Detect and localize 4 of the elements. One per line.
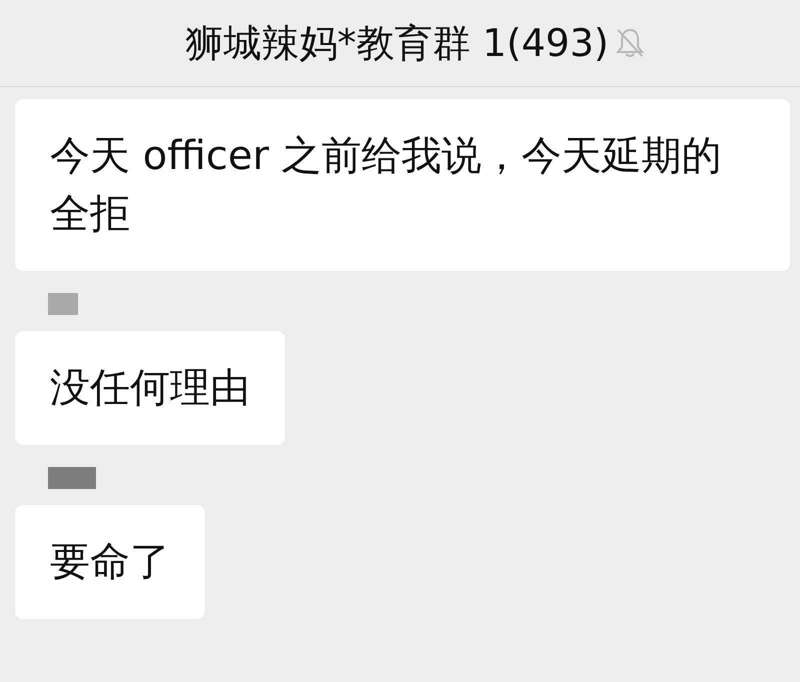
message-bubble: 没任何理由 [15, 331, 285, 445]
message-bubble: 今天 officer 之前给我说，今天延期的全拒 [15, 99, 790, 271]
message-bubble: 要命了 [15, 505, 205, 619]
chat-title: 狮城辣妈*教育群 1(493) [185, 20, 609, 66]
